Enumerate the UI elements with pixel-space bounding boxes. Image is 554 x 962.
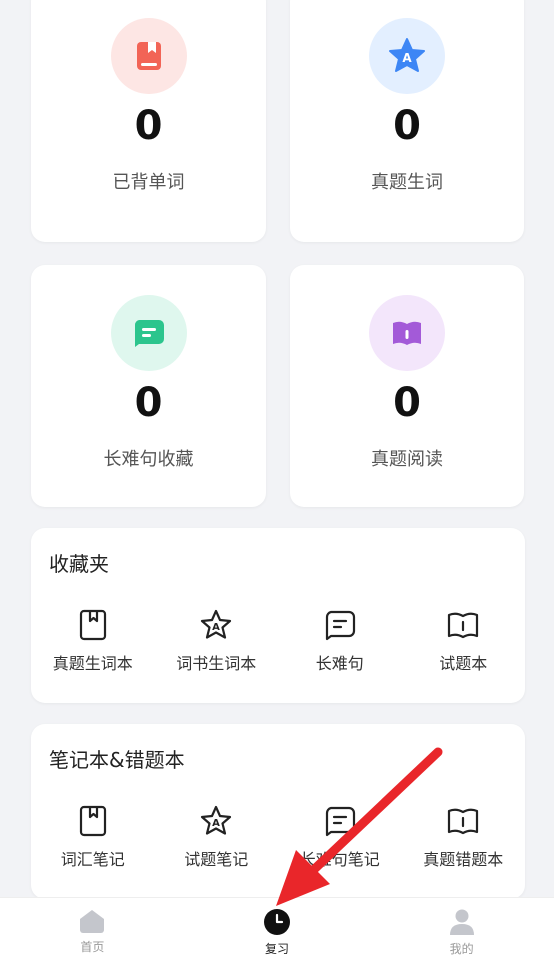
home-icon — [80, 910, 105, 933]
svg-text:A: A — [212, 818, 220, 829]
open-book-icon — [448, 612, 479, 639]
notes-title: 笔记本&错题本 — [49, 748, 185, 772]
book-icon — [110, 18, 187, 94]
star-a-icon: A — [369, 18, 445, 94]
fav-item-label: 真题生词本 — [52, 654, 133, 673]
exam-words-count: 0 — [393, 103, 421, 149]
fav-item-label: 试题本 — [439, 654, 488, 673]
note-item-sentence-notes[interactable]: 长难句笔记 — [282, 804, 397, 870]
bookmark-book-icon — [79, 805, 106, 837]
tab-review-label: 复习 — [264, 942, 289, 956]
clock-icon — [263, 909, 290, 935]
note-item-label: 真题错题本 — [423, 850, 504, 869]
note-item-question-notes[interactable]: A 试题笔记 — [159, 804, 274, 870]
fav-item-exam-vocab[interactable]: 真题生词本 — [35, 608, 150, 674]
star-a-icon: A — [201, 805, 232, 835]
note-item-wrong-questions[interactable]: 真题错题本 — [406, 804, 521, 870]
note-item-label: 词汇笔记 — [60, 850, 125, 869]
bookmark-book-icon — [79, 609, 106, 641]
notes-card: 笔记本&错题本 词汇笔记 A 试题笔记 长难句笔记 真题错题本 — [31, 724, 525, 899]
person-icon — [449, 909, 474, 935]
exam-reading-count: 0 — [393, 380, 421, 426]
long-sentences-count: 0 — [134, 380, 163, 426]
exam-words-label: 真题生词 — [371, 172, 443, 193]
star-a-icon: A — [201, 609, 232, 639]
tab-review[interactable]: 复习 — [217, 898, 337, 957]
stat-card-long-sentences[interactable]: 0 长难句收藏 — [31, 265, 266, 507]
tab-mine-label: 我的 — [449, 942, 474, 956]
learned-count: 0 — [134, 103, 163, 149]
open-book-icon — [369, 295, 445, 371]
chat-icon — [325, 610, 355, 641]
fav-item-question-book[interactable]: 试题本 — [406, 608, 521, 674]
fav-item-label: 长难句 — [315, 654, 364, 673]
chat-icon — [110, 295, 187, 371]
svg-text:A: A — [212, 622, 220, 633]
bottom-tab-bar: 首页 复习 我的 — [0, 897, 554, 962]
exam-reading-label: 真题阅读 — [371, 449, 443, 470]
tab-mine[interactable]: 我的 — [402, 898, 522, 957]
tab-home[interactable]: 首页 — [32, 898, 152, 955]
stat-card-learned[interactable]: 0 已背单词 — [31, 0, 266, 242]
note-item-label: 长难句笔记 — [299, 850, 380, 869]
fav-item-long-sentence[interactable]: 长难句 — [282, 608, 397, 674]
open-book-icon — [448, 808, 479, 835]
chat-icon — [325, 806, 355, 837]
fav-item-wordbook-vocab[interactable]: A 词书生词本 — [159, 608, 274, 674]
note-item-vocab-notes[interactable]: 词汇笔记 — [35, 804, 150, 870]
stat-card-exam-reading[interactable]: 0 真题阅读 — [290, 265, 524, 507]
fav-item-label: 词书生词本 — [176, 654, 257, 673]
svg-text:A: A — [402, 51, 412, 65]
note-item-label: 试题笔记 — [184, 850, 249, 869]
tab-home-label: 首页 — [80, 940, 105, 954]
favorites-card: 收藏夹 真题生词本 A 词书生词本 长难句 试题本 — [31, 528, 525, 703]
long-sentences-label: 长难句收藏 — [103, 449, 194, 470]
favorites-title: 收藏夹 — [49, 552, 109, 576]
learned-label: 已背单词 — [112, 172, 185, 193]
stat-card-exam-words[interactable]: A 0 真题生词 — [290, 0, 524, 242]
